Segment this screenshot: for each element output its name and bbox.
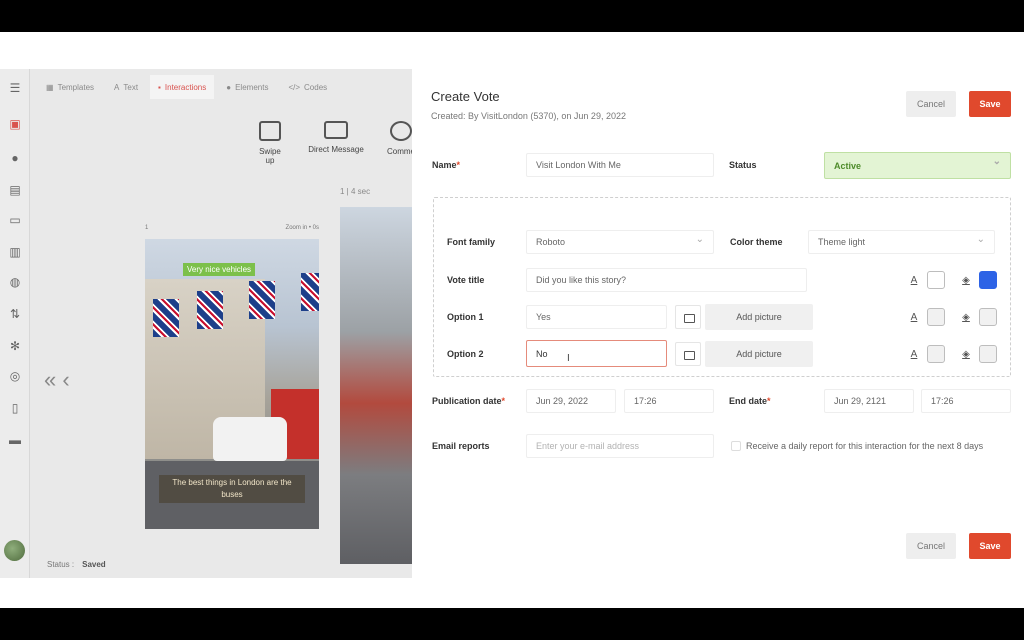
text-icon: A (114, 82, 120, 92)
interactions-icon: ▪ (158, 82, 161, 92)
story-preview-next[interactable] (340, 207, 412, 564)
fill-color-icon[interactable]: ◈ (960, 312, 972, 324)
cancel-button[interactable]: Cancel (906, 91, 956, 117)
status-select[interactable]: Active (824, 152, 1011, 179)
analytics-icon[interactable]: ▥ (8, 245, 22, 259)
text-cursor-icon: I (567, 353, 570, 364)
avatar[interactable] (4, 540, 25, 561)
story-duration: 1 | 4 sec (340, 187, 371, 196)
font-color-icon[interactable]: A (908, 312, 920, 324)
end-time-field[interactable]: 17:26 (921, 389, 1011, 413)
tool-direct-message[interactable]: Direct Message (308, 121, 364, 154)
daily-report-label: Receive a daily report for this interact… (746, 441, 984, 451)
font-family-select[interactable]: Roboto (526, 230, 714, 254)
publication-date-label: Publication date* (432, 396, 506, 406)
option1-label: Option 1 (447, 312, 484, 322)
story-label-top[interactable]: Very nice vehicles (183, 263, 256, 276)
widgets-icon[interactable]: ▤ (8, 183, 22, 197)
cancel-button-bottom[interactable]: Cancel (906, 533, 956, 559)
fill-color-icon[interactable]: ◈ (960, 349, 972, 361)
font-color-icon[interactable]: A (908, 349, 920, 361)
color-theme-label: Color theme (730, 237, 783, 247)
title-bg-color-swatch[interactable] (979, 271, 997, 289)
code-icon: </> (288, 82, 301, 92)
swipe-up-icon (259, 121, 281, 141)
option2-label: Option 2 (447, 349, 484, 359)
play-icon[interactable]: ● (8, 151, 22, 165)
status-label: Status (729, 160, 757, 170)
option2-add-picture-button[interactable]: Add picture (705, 341, 813, 367)
vote-title-label: Vote title (447, 275, 485, 285)
sort-icon[interactable]: ⇅ (8, 307, 22, 321)
elements-icon: ● (226, 82, 232, 92)
story-editor: ☰ ▣ ● ▤ ▭ ▥ ◍ ⇅ ✻ ◎ ▯ ▬ ▦ Templates A Text… (0, 69, 412, 578)
fill-color-icon[interactable]: ◈ (960, 275, 972, 287)
font-color-icon[interactable]: A (908, 275, 920, 287)
dialog-subtitle: Created: By VisitLondon (5370), on Jun 2… (431, 111, 626, 121)
tab-elements[interactable]: ● Elements (218, 75, 276, 99)
color-theme-select[interactable]: Theme light (808, 230, 995, 254)
option1-add-picture-button[interactable]: Add picture (705, 304, 813, 330)
tab-codes[interactable]: </> Codes (280, 75, 335, 99)
tab-templates[interactable]: ▦ Templates (38, 75, 102, 99)
white-band-top (0, 32, 1024, 69)
save-status: Status : Saved (47, 560, 106, 569)
book-icon[interactable]: ▬ (8, 433, 22, 447)
create-vote-dialog: Create Vote Created: By VisitLondon (537… (412, 69, 1024, 578)
option2-font-color-swatch[interactable] (927, 345, 945, 363)
tab-interactions[interactable]: ▪ Interactions (150, 75, 215, 99)
stories-icon[interactable]: ▣ (8, 117, 22, 131)
chevron-left-icon[interactable]: « ‹ (44, 367, 70, 393)
dialog-title: Create Vote (431, 89, 500, 104)
title-font-color-swatch[interactable] (927, 271, 945, 289)
vote-style-section: Font family Roboto Color theme Theme lig… (433, 197, 1011, 377)
letterbox-bottom (0, 608, 1024, 640)
mail-icon (324, 121, 348, 139)
comment-icon (390, 121, 412, 141)
menu-icon[interactable]: ☰ (8, 81, 22, 95)
option2-image-icon[interactable] (675, 342, 701, 366)
vote-title-field[interactable]: Did you like this story? (526, 268, 807, 292)
email-reports-label: Email reports (432, 441, 490, 451)
option1-bg-color-swatch[interactable] (979, 308, 997, 326)
save-button[interactable]: Save (969, 91, 1011, 117)
option1-font-color-swatch[interactable] (927, 308, 945, 326)
document-icon[interactable]: ▯ (8, 401, 22, 415)
tool-comment[interactable]: Comme (386, 121, 412, 156)
name-field[interactable]: Visit London With Me (526, 153, 714, 177)
letterbox-top (0, 0, 1024, 32)
save-button-bottom[interactable]: Save (969, 533, 1011, 559)
option2-field[interactable]: No (526, 340, 667, 367)
option1-field[interactable]: Yes (526, 305, 667, 329)
option2-bg-color-swatch[interactable] (979, 345, 997, 363)
tool-swipe-up[interactable]: Swipe up (254, 121, 286, 165)
end-date-label: End date* (729, 396, 771, 406)
tv-icon[interactable]: ▭ (8, 213, 22, 227)
daily-report-checkbox[interactable] (731, 441, 741, 451)
grid-icon: ▦ (46, 82, 54, 92)
tab-text[interactable]: A Text (106, 75, 146, 99)
end-date-field[interactable]: Jun 29, 2121 (824, 389, 914, 413)
sidebar: ☰ ▣ ● ▤ ▭ ▥ ◍ ⇅ ✻ ◎ ▯ ▬ (0, 69, 30, 578)
publication-time-field[interactable]: 17:26 (624, 389, 714, 413)
palette-icon[interactable]: ◍ (8, 275, 22, 289)
option1-image-icon[interactable] (675, 305, 701, 329)
name-label: Name* (432, 160, 461, 170)
email-field[interactable]: Enter your e-mail address (526, 434, 714, 458)
font-family-label: Font family (447, 237, 496, 247)
story-label-bottom[interactable]: The best things in London are the buses (159, 475, 305, 503)
settings-icon[interactable]: ✻ (8, 339, 22, 353)
phone-header: 1 Zoom in • 0s (145, 225, 319, 231)
story-preview[interactable]: Very nice vehicles The best things in Lo… (145, 239, 319, 529)
white-band-bottom (0, 578, 1024, 608)
instagram-icon[interactable]: ◎ (8, 369, 22, 383)
editor-tabs: ▦ Templates A Text ▪ Interactions ● Elements… (38, 75, 335, 99)
publication-date-field[interactable]: Jun 29, 2022 (526, 389, 616, 413)
